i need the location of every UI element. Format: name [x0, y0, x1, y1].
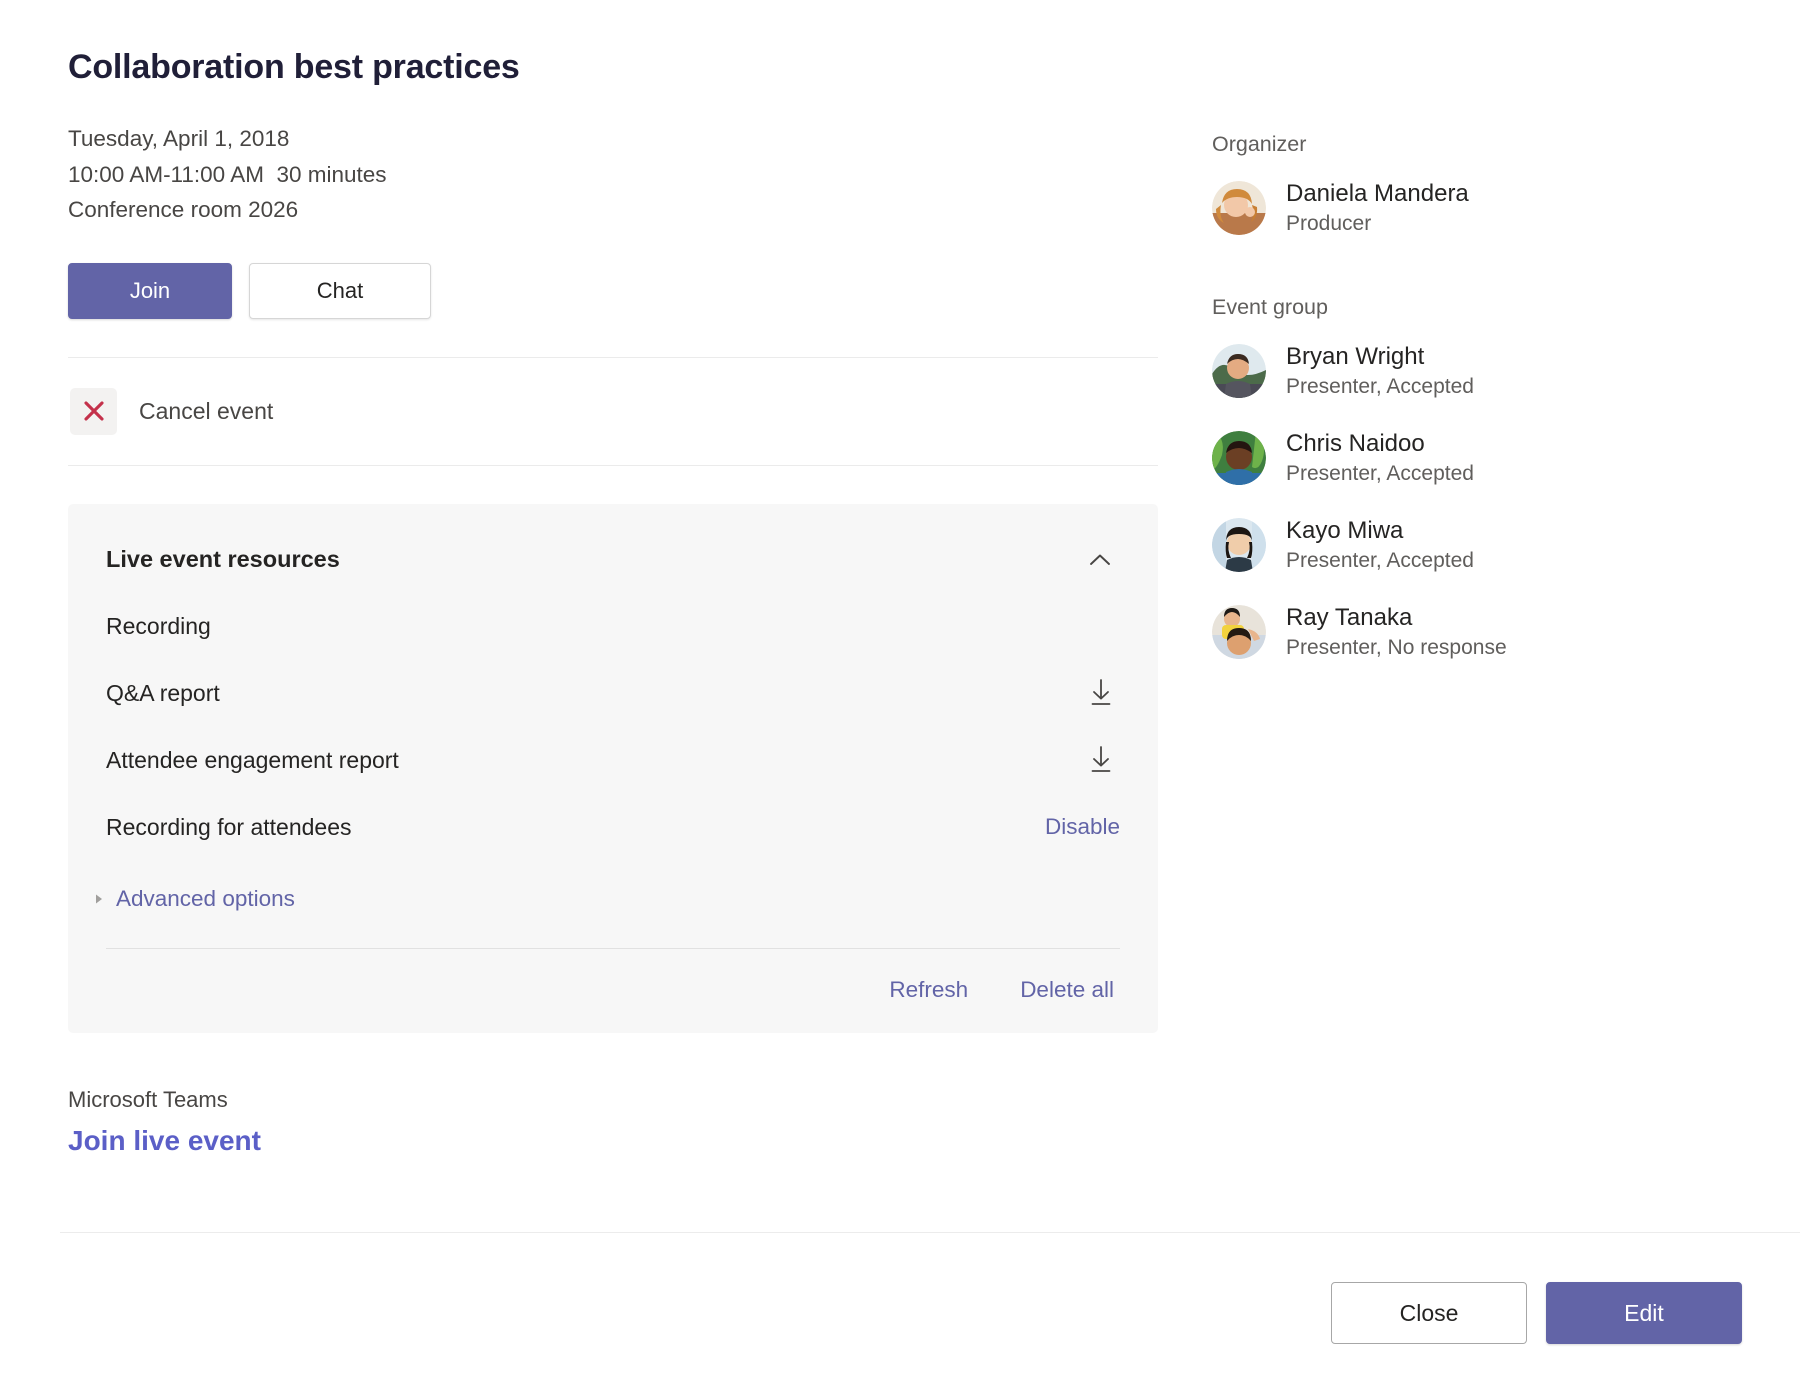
avatar: [1212, 518, 1266, 572]
disable-recording-link[interactable]: Disable: [1045, 814, 1120, 840]
caret-right-icon: [92, 892, 106, 906]
event-date: Tuesday, April 1, 2018: [68, 121, 1158, 157]
people-sidebar: Organizer Daniela Mande: [1212, 132, 1732, 692]
event-group-heading: Event group: [1212, 295, 1732, 320]
person-name: Daniela Mandera: [1286, 181, 1469, 207]
delete-all-link[interactable]: Delete all: [1020, 977, 1114, 1003]
person-name: Ray Tanaka: [1286, 605, 1507, 631]
resource-row-attendee-engagement-report: Attendee engagement report: [106, 740, 1120, 781]
event-group-member[interactable]: Ray Tanaka Presenter, No response: [1212, 605, 1732, 659]
event-group-member[interactable]: Bryan Wright Presenter, Accepted: [1212, 344, 1732, 398]
cancel-event-button[interactable]: Cancel event: [68, 358, 1158, 465]
panel-separator: [106, 948, 1120, 949]
download-icon[interactable]: [1084, 675, 1118, 711]
resource-row-recording: Recording: [106, 606, 1120, 647]
person-text: Ray Tanaka Presenter, No response: [1286, 605, 1507, 658]
close-button[interactable]: Close: [1331, 1282, 1527, 1344]
advanced-options-label: Advanced options: [116, 886, 295, 912]
chevron-up-icon[interactable]: [1080, 540, 1120, 580]
advanced-options-toggle[interactable]: Advanced options: [92, 886, 1120, 912]
event-details-main: Collaboration best practices Tuesday, Ap…: [68, 48, 1158, 1157]
event-action-row: Join Chat: [68, 263, 1158, 319]
person-name: Bryan Wright: [1286, 344, 1474, 370]
person-role: Presenter, Accepted: [1286, 462, 1474, 485]
refresh-link[interactable]: Refresh: [889, 977, 968, 1003]
chat-button[interactable]: Chat: [249, 263, 431, 319]
edit-button[interactable]: Edit: [1546, 1282, 1742, 1344]
panel-title: Live event resources: [106, 546, 340, 573]
person-name: Kayo Miwa: [1286, 518, 1474, 544]
event-group-member[interactable]: Chris Naidoo Presenter, Accepted: [1212, 431, 1732, 485]
footer-divider: [60, 1232, 1800, 1233]
organizer-heading: Organizer: [1212, 132, 1732, 157]
divider-below-cancel: [68, 465, 1158, 466]
panel-header: Live event resources: [106, 540, 1120, 580]
resource-label: Recording: [106, 613, 211, 640]
event-group-member[interactable]: Kayo Miwa Presenter, Accepted: [1212, 518, 1732, 572]
teams-app-label: Microsoft Teams: [68, 1087, 1158, 1113]
cancel-event-label: Cancel event: [139, 398, 273, 425]
person-role: Producer: [1286, 212, 1469, 235]
event-meta: Tuesday, April 1, 2018 10:00 AM-11:00 AM…: [68, 121, 1158, 228]
person-text: Chris Naidoo Presenter, Accepted: [1286, 431, 1474, 484]
live-event-resources-panel: Live event resources Recording Q&A repor…: [68, 504, 1158, 1033]
avatar: [1212, 344, 1266, 398]
resource-label: Q&A report: [106, 680, 220, 707]
close-x-icon: [70, 388, 117, 435]
live-event-details-dialog: Collaboration best practices Tuesday, Ap…: [0, 0, 1800, 1400]
person-name: Chris Naidoo: [1286, 431, 1474, 457]
download-icon[interactable]: [1084, 742, 1118, 778]
panel-footer-actions: Refresh Delete all: [106, 977, 1120, 1003]
organizer-person[interactable]: Daniela Mandera Producer: [1212, 181, 1732, 235]
resource-row-qa-report: Q&A report: [106, 673, 1120, 714]
join-live-event-link[interactable]: Join live event: [68, 1125, 1158, 1157]
avatar: [1212, 181, 1266, 235]
page-title: Collaboration best practices: [68, 48, 1158, 87]
person-role: Presenter, Accepted: [1286, 375, 1474, 398]
person-text: Bryan Wright Presenter, Accepted: [1286, 344, 1474, 397]
join-button[interactable]: Join: [68, 263, 232, 319]
event-location: Conference room 2026: [68, 192, 1158, 228]
avatar: [1212, 431, 1266, 485]
avatar: [1212, 605, 1266, 659]
person-role: Presenter, Accepted: [1286, 549, 1474, 572]
person-role: Presenter, No response: [1286, 636, 1507, 659]
resource-label: Recording for attendees: [106, 814, 352, 841]
event-time: 10:00 AM-11:00 AM 30 minutes: [68, 157, 1158, 193]
dialog-footer: Close Edit: [1331, 1282, 1742, 1344]
teams-join-block: Microsoft Teams Join live event: [68, 1087, 1158, 1157]
person-text: Kayo Miwa Presenter, Accepted: [1286, 518, 1474, 571]
resource-row-recording-for-attendees: Recording for attendees Disable: [106, 807, 1120, 848]
resource-label: Attendee engagement report: [106, 747, 399, 774]
person-text: Daniela Mandera Producer: [1286, 181, 1469, 234]
